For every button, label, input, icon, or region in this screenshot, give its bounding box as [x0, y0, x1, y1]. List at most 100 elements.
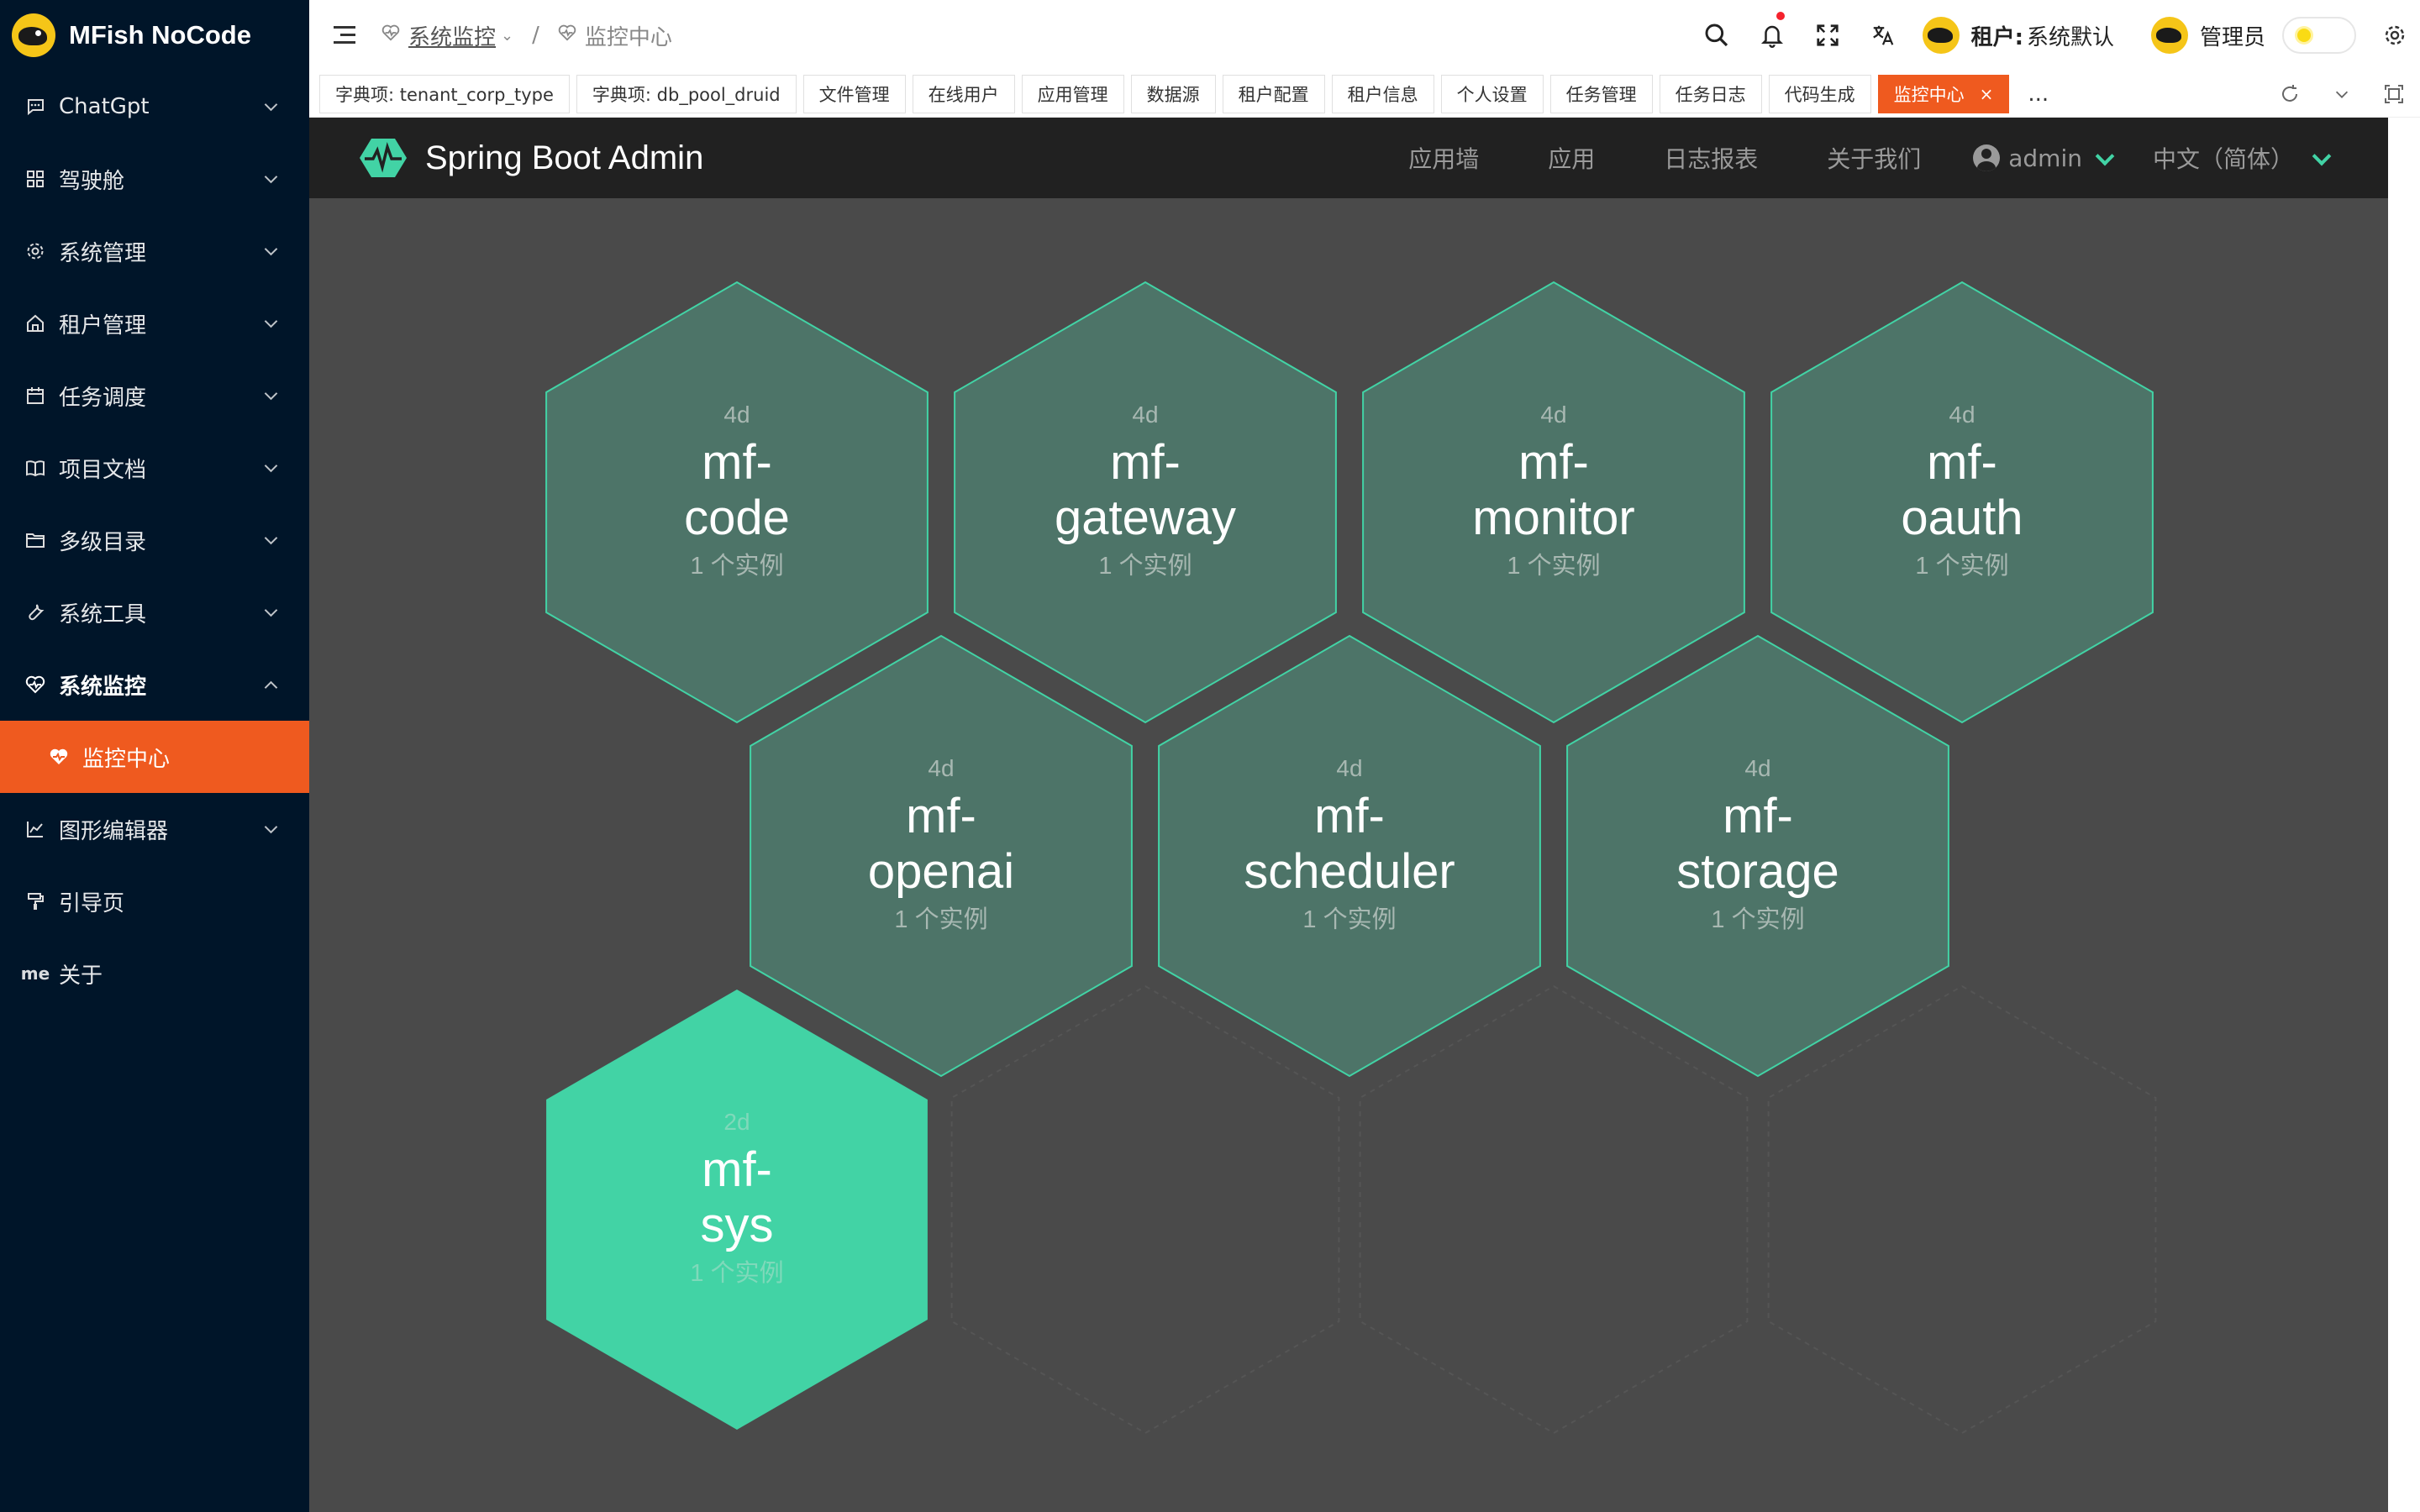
app-name-line2: openai — [867, 844, 1015, 899]
chevron-down-icon — [264, 822, 279, 837]
tab-tenant-info[interactable]: 租户信息 — [1331, 74, 1434, 113]
sidebar-item-dashboard[interactable]: 驾驶舱 — [0, 143, 309, 215]
notification-button[interactable] — [1744, 0, 1800, 71]
app-name-line1: mf- — [1518, 435, 1589, 490]
app-tile-gateway[interactable]: 4d mf-gateway 1 个实例 — [952, 402, 1339, 581]
sba-language-label: 中文（简体） — [2152, 145, 2294, 173]
tab-dropdown-button[interactable] — [2316, 85, 2368, 103]
sba-nav-journal[interactable]: 日志报表 — [1664, 141, 1758, 175]
app-name-line2: monitor — [1472, 491, 1635, 545]
app-age: 4d — [1540, 402, 1567, 428]
notification-badge — [1776, 12, 1785, 20]
fullscreen-button[interactable] — [1800, 0, 1855, 71]
user-name: 管理员 — [2199, 24, 2265, 50]
sba-brand[interactable]: Spring Boot Admin — [360, 137, 703, 179]
sidebar-item-chatgpt[interactable]: ChatGpt — [0, 71, 309, 143]
app-age: 4d — [1336, 755, 1363, 781]
app-age: 4d — [723, 402, 750, 428]
sidebar-menu: ChatGpt 驾驶舱 系统管理 租户管理 任务调度 项目文档 多级目录 系统工… — [0, 71, 309, 1010]
heart-pulse-icon — [558, 24, 576, 47]
sidebar-item-graphic-editor[interactable]: 图形编辑器 — [0, 793, 309, 865]
app-instance-count: 1 个实例 — [1302, 906, 1397, 933]
tab-app-management[interactable]: 应用管理 — [1021, 74, 1124, 113]
breadcrumb-item[interactable]: 系统监控 ⌄ — [381, 20, 513, 51]
user-avatar — [2150, 17, 2188, 54]
chevron-down-icon — [264, 605, 279, 620]
app-logo[interactable]: MFish NoCode — [0, 0, 309, 71]
tab-label: 个人设置 — [1456, 84, 1528, 105]
app-tile-monitor[interactable]: 4d mf-monitor 1 个实例 — [1360, 402, 1747, 581]
tenant-switcher[interactable]: 租户: 系统默认 — [1922, 17, 2114, 54]
sidebar-collapse-button[interactable] — [318, 0, 371, 71]
tab-file-management[interactable]: 文件管理 — [802, 74, 906, 113]
breadcrumb-item: 监控中心 — [558, 20, 672, 51]
sba-language-select[interactable]: 中文（简体） — [2153, 141, 2329, 175]
sidebar-item-project-docs[interactable]: 项目文档 — [0, 432, 309, 504]
close-icon[interactable]: × — [1980, 84, 1994, 104]
tab-code-generation[interactable]: 代码生成 — [1768, 74, 1871, 113]
fold-content-button[interactable] — [2368, 84, 2420, 104]
heart-pulse-icon — [381, 24, 400, 47]
me-icon: me — [20, 963, 50, 984]
app-age: 4d — [1949, 402, 1975, 428]
app-name-line2: gateway — [1054, 491, 1237, 545]
app-age: 4d — [1132, 402, 1159, 428]
app-tile-code[interactable]: 4d mf-code 1 个实例 — [544, 402, 930, 581]
multi-tab-bar: 字典项: tenant_corp_type 字典项: db_pool_druid… — [309, 71, 2420, 118]
tab-label: 租户信息 — [1347, 84, 1418, 105]
tab-monitor-center[interactable]: 监控中心 × — [1877, 74, 2010, 113]
home-icon — [24, 313, 47, 333]
sba-nav-wallboard[interactable]: 应用墙 — [1408, 141, 1479, 175]
calendar-icon — [24, 386, 47, 406]
theme-toggle[interactable] — [2282, 17, 2356, 54]
tabs-more-button[interactable]: ... — [2028, 81, 2049, 107]
sidebar-item-label: 系统工具 — [59, 601, 147, 627]
tenant-value: 系统默认 — [2026, 24, 2114, 50]
tab-task-log[interactable]: 任务日志 — [1659, 74, 1762, 113]
tab-dict-tenant-corp-type[interactable]: 字典项: tenant_corp_type — [319, 74, 570, 113]
search-button[interactable] — [1689, 0, 1744, 71]
tab-tenant-config[interactable]: 租户配置 — [1222, 74, 1325, 113]
chevron-down-icon: ⌄ — [501, 26, 514, 45]
tab-label: 任务日志 — [1675, 84, 1746, 105]
tab-personal-settings[interactable]: 个人设置 — [1440, 74, 1544, 113]
app-tile-storage[interactable]: 4d mf-storage 1 个实例 — [1565, 755, 1951, 935]
breadcrumb-link[interactable]: 系统监控 — [408, 20, 496, 51]
sidebar-item-about[interactable]: me 关于 — [0, 937, 309, 1010]
app-tile-openai[interactable]: 4d mf-openai 1 个实例 — [748, 755, 1134, 935]
app-tile-scheduler[interactable]: 4d mf-scheduler 1 个实例 — [1156, 755, 1543, 935]
user-menu[interactable]: 管理员 — [2150, 17, 2265, 54]
tab-data-source[interactable]: 数据源 — [1130, 74, 1216, 113]
app-tile-oauth[interactable]: 4d mf-oauth 1 个实例 — [1769, 402, 2155, 581]
language-button[interactable] — [1855, 0, 1911, 71]
sidebar-item-system-tools[interactable]: 系统工具 — [0, 576, 309, 648]
sba-nav-links: 应用墙 应用 日志报表 关于我们 admin 中文（简体） — [1339, 118, 2329, 198]
tab-dict-db-pool-druid[interactable]: 字典项: db_pool_druid — [576, 74, 797, 113]
app-name-line1: mf- — [1927, 435, 1997, 490]
app-name-line1: mf- — [702, 1142, 772, 1197]
sidebar-item-tenant-management[interactable]: 租户管理 — [0, 287, 309, 360]
search-icon — [1705, 24, 1728, 47]
sidebar-item-task-scheduling[interactable]: 任务调度 — [0, 360, 309, 432]
app-tile-sys[interactable]: 2d mf-sys 1 个实例 — [544, 1109, 930, 1289]
translate-icon — [1872, 25, 1893, 45]
sba-nav-applications[interactable]: 应用 — [1548, 141, 1595, 175]
tab-label: 任务管理 — [1565, 84, 1637, 105]
sidebar-item-guide[interactable]: 引导页 — [0, 865, 309, 937]
sba-nav-about[interactable]: 关于我们 — [1827, 141, 1921, 175]
tab-label: 在线用户 — [928, 84, 999, 105]
settings-button[interactable] — [2370, 24, 2420, 47]
refresh-button[interactable] — [2264, 84, 2316, 104]
breadcrumb-current: 监控中心 — [584, 24, 672, 50]
tab-task-management[interactable]: 任务管理 — [1549, 74, 1653, 113]
app-instance-count: 1 个实例 — [1711, 906, 1805, 933]
sidebar-item-label: 系统监控 — [59, 674, 147, 700]
sba-user-menu[interactable]: admin — [1973, 144, 2112, 172]
tab-online-users[interactable]: 在线用户 — [912, 74, 1015, 113]
chevron-down-icon — [264, 460, 279, 475]
sidebar-item-system-monitor[interactable]: 系统监控 — [0, 648, 309, 721]
sidebar-subitem-monitor-center[interactable]: 监控中心 — [0, 721, 309, 793]
sidebar-item-system-management[interactable]: 系统管理 — [0, 215, 309, 287]
app-name-line1: mf- — [702, 435, 772, 490]
sidebar-item-multi-level-directory[interactable]: 多级目录 — [0, 504, 309, 576]
